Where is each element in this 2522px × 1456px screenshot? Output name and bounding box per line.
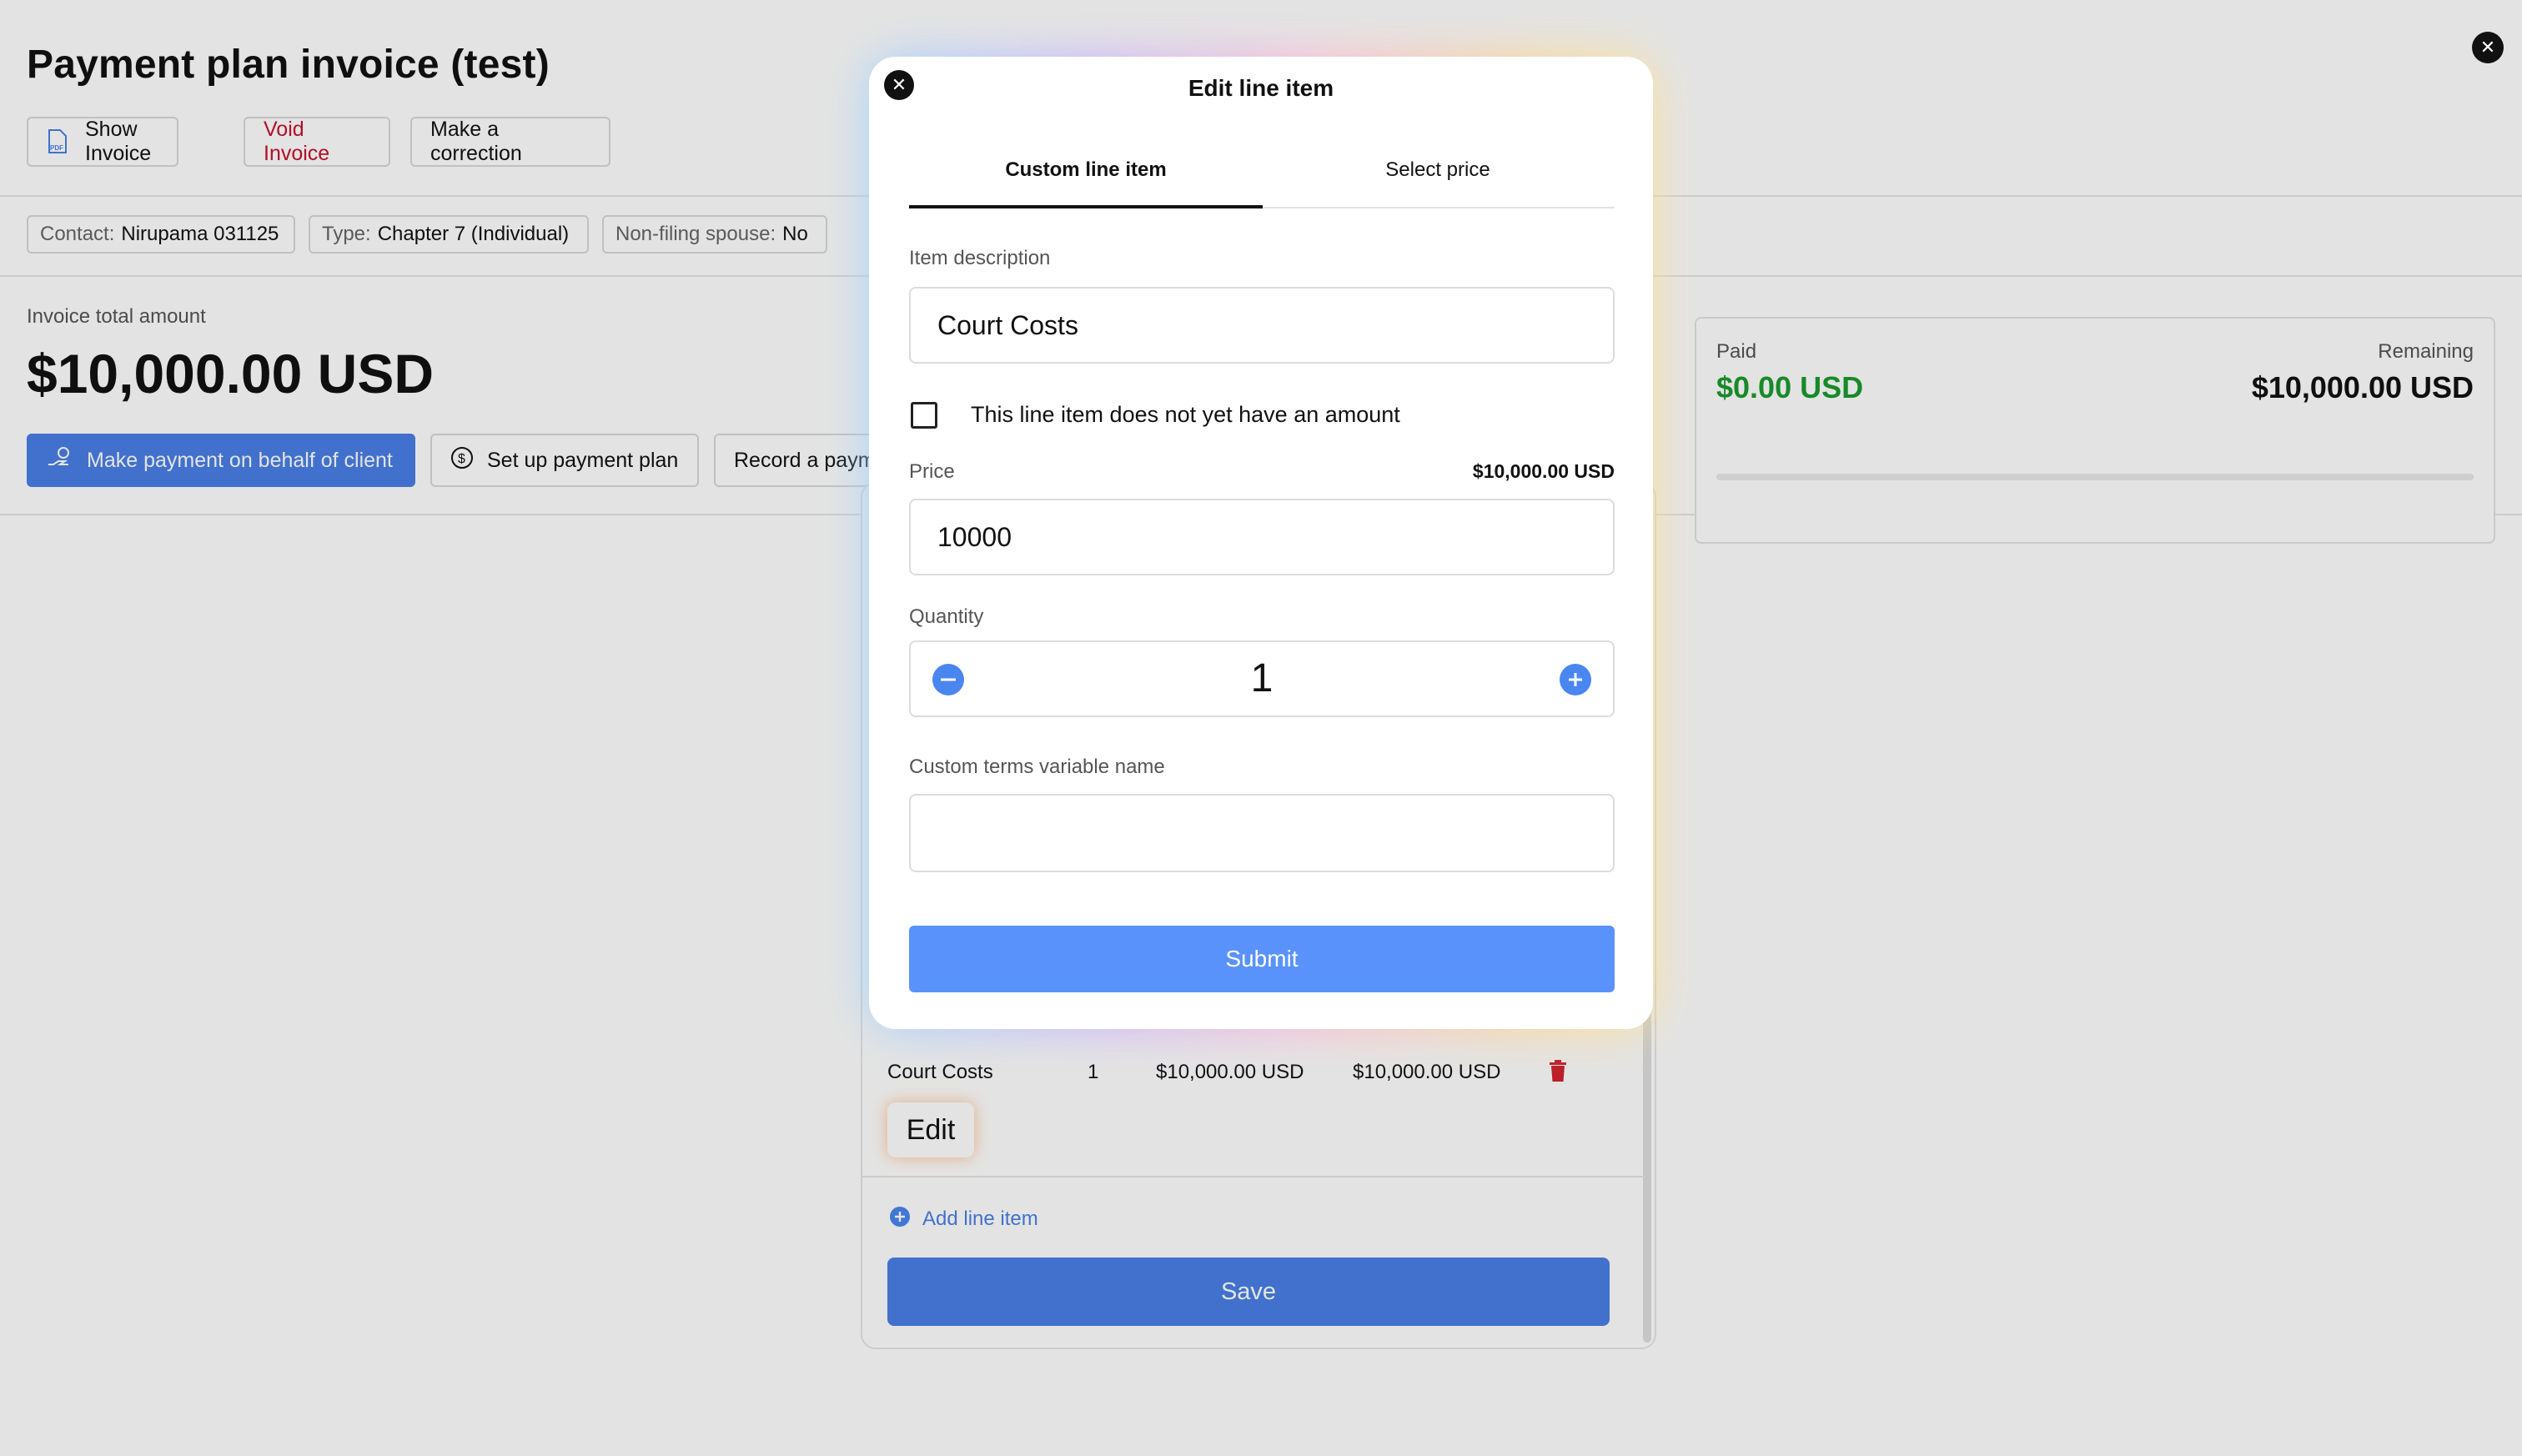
edit-line-item-modal: ✕ Edit line item Custom line item Select… (869, 57, 1653, 1029)
quantity-label: Quantity (909, 605, 984, 628)
tab-select-price[interactable]: Select price (1261, 158, 1615, 182)
submit-button[interactable]: Submit (909, 926, 1615, 992)
modal-title: Edit line item (1188, 75, 1334, 101)
no-amount-checkbox-label: This line item does not yet have an amou… (971, 402, 1400, 427)
price-formatted: $10,000.00 USD (1472, 460, 1615, 482)
quantity-stepper: 1 (909, 640, 1615, 717)
item-description-value: Court Costs (937, 309, 1078, 340)
price-value: 10000 (937, 521, 1012, 552)
plus-icon[interactable] (1560, 664, 1591, 695)
no-amount-checkbox[interactable] (911, 402, 937, 429)
custom-terms-input[interactable] (909, 794, 1615, 872)
price-input[interactable]: 10000 (909, 499, 1615, 575)
item-description-label: Item description (909, 247, 1051, 269)
tab-custom-line-item[interactable]: Custom line item (909, 158, 1263, 182)
submit-label: Submit (1225, 946, 1299, 972)
quantity-value[interactable]: 1 (911, 655, 1613, 701)
close-icon[interactable]: ✕ (2472, 32, 2504, 63)
custom-terms-label: Custom terms variable name (909, 756, 1165, 778)
item-description-input[interactable]: Court Costs (909, 287, 1615, 364)
tab-active-indicator (909, 205, 1263, 208)
price-label: Price (909, 460, 955, 483)
